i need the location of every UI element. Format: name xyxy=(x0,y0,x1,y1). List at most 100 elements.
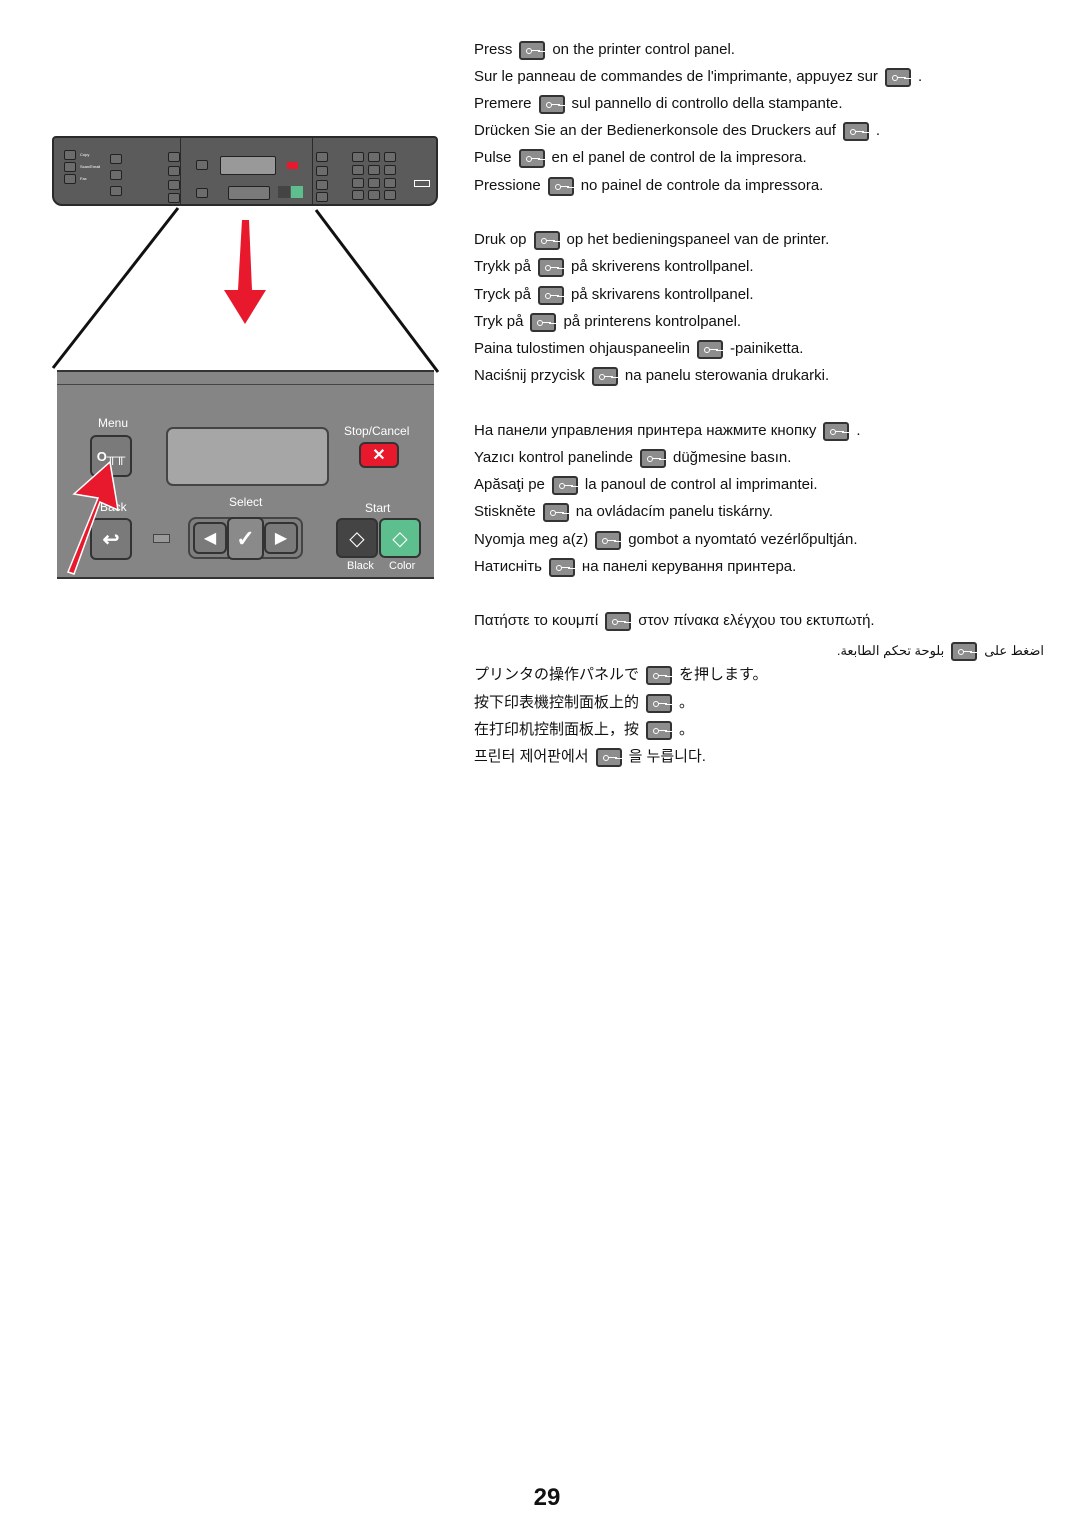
instruction-text-after: на панелі керування принтера. xyxy=(581,558,797,575)
instruction-text-after: na ovládacím panelu tiskárny. xyxy=(575,503,774,520)
menu-key-icon xyxy=(605,611,632,631)
menu-key-icon xyxy=(823,421,850,441)
instruction-text-after: . xyxy=(875,122,881,139)
instruction-text-before: Press xyxy=(474,41,513,58)
printer-illustration: Copy Scan/Email Fax Menu O╥╥ Stop/Cancel… xyxy=(0,0,460,600)
instruction-text-before: Nyomja meg a(z) xyxy=(474,531,589,548)
menu-key-icon xyxy=(518,148,545,168)
instruction-line: 在打印机控制面板上，按 。 xyxy=(474,720,694,740)
instruction-text-before: Stiskněte xyxy=(474,503,536,520)
instruction-text-before: Tryck på xyxy=(474,286,531,303)
menu-key-icon xyxy=(591,366,618,386)
instruction-line: Yazıcı kontrol panelinde düğmesine basın. xyxy=(474,448,791,468)
instruction-line: Pulse en el panel de control de la impres… xyxy=(474,148,807,168)
instruction-line: Pressione no painel de controle da impres… xyxy=(474,176,823,196)
menu-key-icon xyxy=(547,176,574,196)
instruction-text-after: -painiketta. xyxy=(729,340,804,357)
menu-key-icon xyxy=(646,693,673,713)
instruction-line: На панели управления принтера нажмите кн… xyxy=(474,421,861,441)
instruction-text-before: Pressione xyxy=(474,177,541,194)
instruction-text-after: på printerens kontrolpanel. xyxy=(563,313,742,330)
instruction-text-before: Drücken Sie an der Bedienerkonsole des D… xyxy=(474,122,836,139)
menu-key-icon xyxy=(537,285,564,305)
instruction-line: Naciśnij przycisk na panelu sterowania dr… xyxy=(474,366,829,386)
instruction-line: Drücken Sie an der Bedienerkonsole des D… xyxy=(474,121,880,141)
instruction-line: プリンタの操作パネルで を押します。 xyxy=(474,665,768,685)
instruction-line: Tryk på på printerens kontrolpanel. xyxy=(474,312,741,332)
instruction-text-after: . xyxy=(856,422,861,439)
instruction-text-before: Naciśnij przycisk xyxy=(474,367,585,384)
menu-key-icon xyxy=(551,475,578,495)
menu-key-icon xyxy=(951,641,978,661)
menu-key-icon xyxy=(595,530,622,550)
instruction-text-before: Druk op xyxy=(474,231,527,248)
instruction-text-after: を押します。 xyxy=(679,666,768,683)
instruction-line: Натисніть на панелі керування принтера. xyxy=(474,557,796,577)
instruction-line: Stiskněte na ovládacím panelu tiskárny. xyxy=(474,502,773,522)
instruction-text-after: on the printer control panel. xyxy=(552,41,735,58)
instruction-text-after: . xyxy=(917,68,923,85)
menu-key-icon xyxy=(595,747,622,767)
instruction-text-before: Yazıcı kontrol panelinde xyxy=(474,449,633,466)
instruction-text-before: プリンタの操作パネルで xyxy=(474,666,640,683)
instruction-line: Tryck på på skrivarens kontrollpanel. xyxy=(474,285,754,305)
instruction-text-after: op het bedieningspaneel van de printer. xyxy=(566,231,830,248)
instruction-text-after: på skrivarens kontrollpanel. xyxy=(570,286,754,303)
menu-key-icon xyxy=(530,312,557,332)
instruction-line: Press on the printer control panel. xyxy=(474,40,735,60)
instruction-text-after: 。 xyxy=(679,721,695,738)
menu-key-icon xyxy=(646,720,673,740)
instruction-text-before: Trykk på xyxy=(474,258,531,275)
instruction-text-after: 을 누릅니다. xyxy=(628,748,706,765)
instruction-text-before: Натисніть xyxy=(474,558,542,575)
instruction-text-before: Paina tulostimen ohjauspaneelin xyxy=(474,340,690,357)
instruction-text-after: στον πίνακα ελέγχου του εκτυπωτή. xyxy=(638,612,875,629)
menu-key-icon xyxy=(519,40,546,60)
menu-key-icon xyxy=(533,230,560,250)
menu-key-icon xyxy=(538,94,565,114)
menu-key-icon xyxy=(548,557,575,577)
instruction-text-after: düğmesine basın. xyxy=(673,449,792,466)
instruction-text-before: Sur le panneau de commandes de l'imprima… xyxy=(474,68,878,85)
instruction-text-after: la panoul de control al imprimantei. xyxy=(584,476,818,493)
menu-key-icon xyxy=(696,339,723,359)
instruction-text-before: 在打印机控制面板上，按 xyxy=(474,721,640,738)
menu-key-icon xyxy=(646,665,673,685)
instruction-line: Nyomja meg a(z) gombot a nyomtató vezérlő… xyxy=(474,530,858,550)
menu-key-icon xyxy=(640,448,666,468)
instruction-line: Premere sul pannello di controllo della s… xyxy=(474,94,843,114)
instruction-line: 프린터 제어판에서 을 누릅니다. xyxy=(474,747,706,767)
instruction-line: 按下印表機控制面板上的 。 xyxy=(474,693,694,713)
instruction-line: Πατήστε το κουμπί στον πίνακα ελέγχου του… xyxy=(474,611,875,631)
menu-key-icon xyxy=(537,257,564,277)
instruction-text-before: 按下印表機控制面板上的 xyxy=(474,694,640,711)
instruction-text-after: en el panel de control de la impresora. xyxy=(551,149,807,166)
instruction-text-after: sul pannello di controllo della stampant… xyxy=(571,95,843,112)
instruction-line: Sur le panneau de commandes de l'imprima… xyxy=(474,67,922,87)
instruction-text-before: Tryk på xyxy=(474,313,524,330)
instruction-line: اضغط على بلوحة تحكم الطابعة. xyxy=(837,641,1044,661)
instruction-line: Trykk på på skriverens kontrollpanel. xyxy=(474,257,754,277)
pointer-arrow-icon xyxy=(67,460,119,575)
instruction-text-after: no painel de controle da impressora. xyxy=(580,177,824,194)
menu-key-icon xyxy=(842,121,869,141)
instruction-line: Druk op op het bedieningspaneel van de pr… xyxy=(474,230,829,250)
instruction-line: Apăsaţi pe la panoul de control al imprim… xyxy=(474,475,818,495)
instruction-text-before: Apăsaţi pe xyxy=(474,476,545,493)
instruction-text-after: بلوحة تحكم الطابعة. xyxy=(836,643,945,658)
instruction-text-after: na panelu sterowania drukarki. xyxy=(624,367,830,384)
instruction-text-before: На панели управления принтера нажмите кн… xyxy=(474,422,817,439)
instruction-line: Paina tulostimen ohjauspaneelin -painiket… xyxy=(474,339,803,359)
menu-key-icon xyxy=(884,67,911,87)
instruction-text-after: 。 xyxy=(679,694,695,711)
instruction-text-before: Πατήστε το κουμπί xyxy=(474,612,599,629)
instruction-text-after: på skriverens kontrollpanel. xyxy=(570,258,754,275)
instruction-text-after: gombot a nyomtató vezérlőpultján. xyxy=(628,531,858,548)
instruction-text-before: Premere xyxy=(474,95,532,112)
manual-page: Copy Scan/Email Fax Menu O╥╥ Stop/Cancel… xyxy=(0,0,1080,1527)
instruction-text-before: اضغط على xyxy=(984,643,1044,658)
instruction-text-before: Pulse xyxy=(474,149,512,166)
instruction-text-before: 프린터 제어판에서 xyxy=(474,748,589,765)
pointer-arrow xyxy=(67,460,119,575)
page-number: 29 xyxy=(533,1484,561,1511)
